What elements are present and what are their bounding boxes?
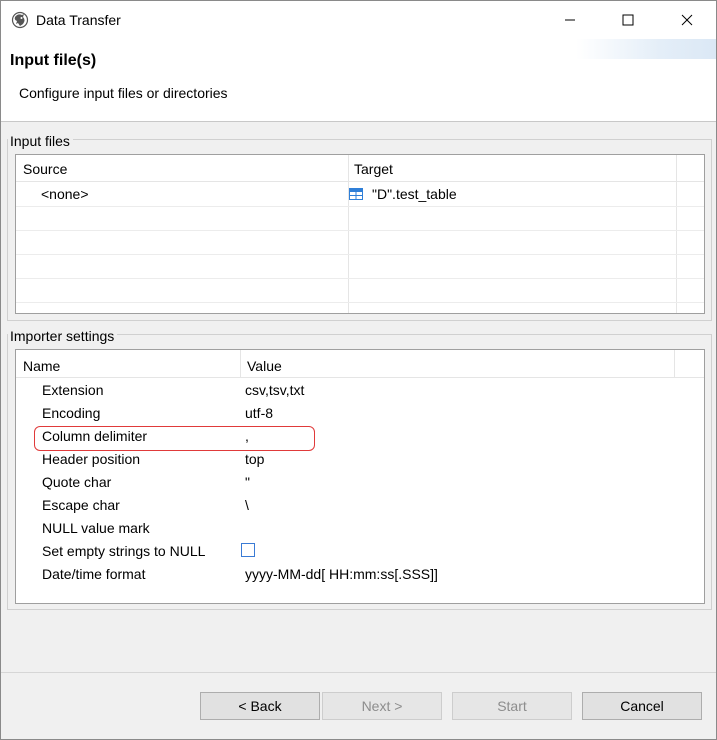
column-delimiter-highlight [34, 426, 315, 451]
start-button[interactable]: Start [452, 692, 572, 720]
row-divider [16, 206, 704, 207]
importer-settings-group: Importer settings Name Value Extension c… [7, 328, 712, 610]
setting-row-extension[interactable]: Extension csv,tsv,txt [16, 380, 704, 403]
row-divider [16, 230, 704, 231]
input-files-group-label: Input files [8, 133, 73, 149]
target-cell: "D".test_table [372, 186, 457, 202]
setting-row-set-empty-strings-to-null[interactable]: Set empty strings to NULL [16, 541, 704, 564]
minimize-icon [565, 19, 575, 21]
column-divider [240, 350, 241, 378]
close-icon [681, 14, 693, 26]
bottom-separator [1, 672, 716, 673]
setting-name: Encoding [42, 405, 101, 421]
close-button[interactable] [658, 1, 716, 39]
setting-name: Header position [42, 451, 141, 467]
column-divider [348, 155, 349, 313]
column-header-target[interactable]: Target [354, 161, 393, 177]
setting-name: Extension [42, 382, 104, 398]
column-divider [676, 155, 677, 313]
window-title: Data Transfer [36, 12, 121, 28]
table-icon [349, 188, 363, 200]
column-header-source[interactable]: Source [23, 161, 67, 177]
cancel-button[interactable]: Cancel [582, 692, 702, 720]
setting-value: yyyy-MM-dd[ HH:mm:ss[.SSS]] [245, 566, 438, 582]
row-divider [16, 302, 704, 303]
maximize-icon [622, 14, 634, 26]
back-button[interactable]: < Back [200, 692, 320, 720]
column-header-name[interactable]: Name [23, 358, 60, 374]
setting-row-null-value-mark[interactable]: NULL value mark [16, 518, 704, 541]
setting-row-date-time-format[interactable]: Date/time format yyyy-MM-dd[ HH:mm:ss[.S… [16, 564, 704, 587]
empty-strings-null-checkbox[interactable] [241, 543, 255, 557]
input-files-group: Input files Source Target <none> "D".tes… [7, 133, 712, 321]
input-files-table[interactable]: Source Target <none> "D".test_table [15, 154, 705, 314]
importer-settings-table[interactable]: Name Value Extension csv,tsv,txt Encodin… [15, 349, 705, 604]
importer-settings-table-header: Name Value [16, 350, 704, 378]
minimize-button[interactable] [541, 1, 599, 39]
setting-row-encoding[interactable]: Encoding utf-8 [16, 403, 704, 426]
setting-name: NULL value mark [42, 520, 150, 536]
row-divider [16, 278, 704, 279]
setting-row-quote-char[interactable]: Quote char " [16, 472, 704, 495]
wizard-header: Input file(s) Configure input files or d… [1, 39, 716, 122]
page-title: Input file(s) [10, 52, 97, 69]
setting-value: top [245, 451, 265, 467]
maximize-button[interactable] [599, 1, 657, 39]
setting-name: Date/time format [42, 566, 146, 582]
setting-value: csv,tsv,txt [245, 382, 305, 398]
setting-value: " [245, 474, 250, 490]
column-divider [674, 350, 675, 378]
column-header-value[interactable]: Value [247, 358, 282, 374]
setting-value: \ [245, 497, 249, 513]
setting-name: Escape char [42, 497, 120, 513]
importer-settings-group-label: Importer settings [8, 328, 118, 344]
input-files-table-header: Source Target [16, 155, 704, 182]
table-row[interactable]: <none> "D".test_table [16, 182, 704, 206]
data-transfer-window: Data Transfer Input file(s) Configure in… [0, 0, 717, 740]
setting-name: Quote char [42, 474, 112, 490]
setting-row-header-position[interactable]: Header position top [16, 449, 704, 472]
header-banner-graphic [576, 39, 716, 59]
title-bar: Data Transfer [1, 1, 716, 39]
setting-name: Set empty strings to NULL [42, 543, 206, 559]
dbeaver-app-icon [11, 11, 29, 29]
setting-row-escape-char[interactable]: Escape char \ [16, 495, 704, 518]
setting-value: utf-8 [245, 405, 274, 421]
next-button[interactable]: Next > [322, 692, 442, 720]
page-description: Configure input files or directories [19, 85, 228, 101]
row-divider [16, 254, 704, 255]
source-cell: <none> [41, 186, 89, 202]
